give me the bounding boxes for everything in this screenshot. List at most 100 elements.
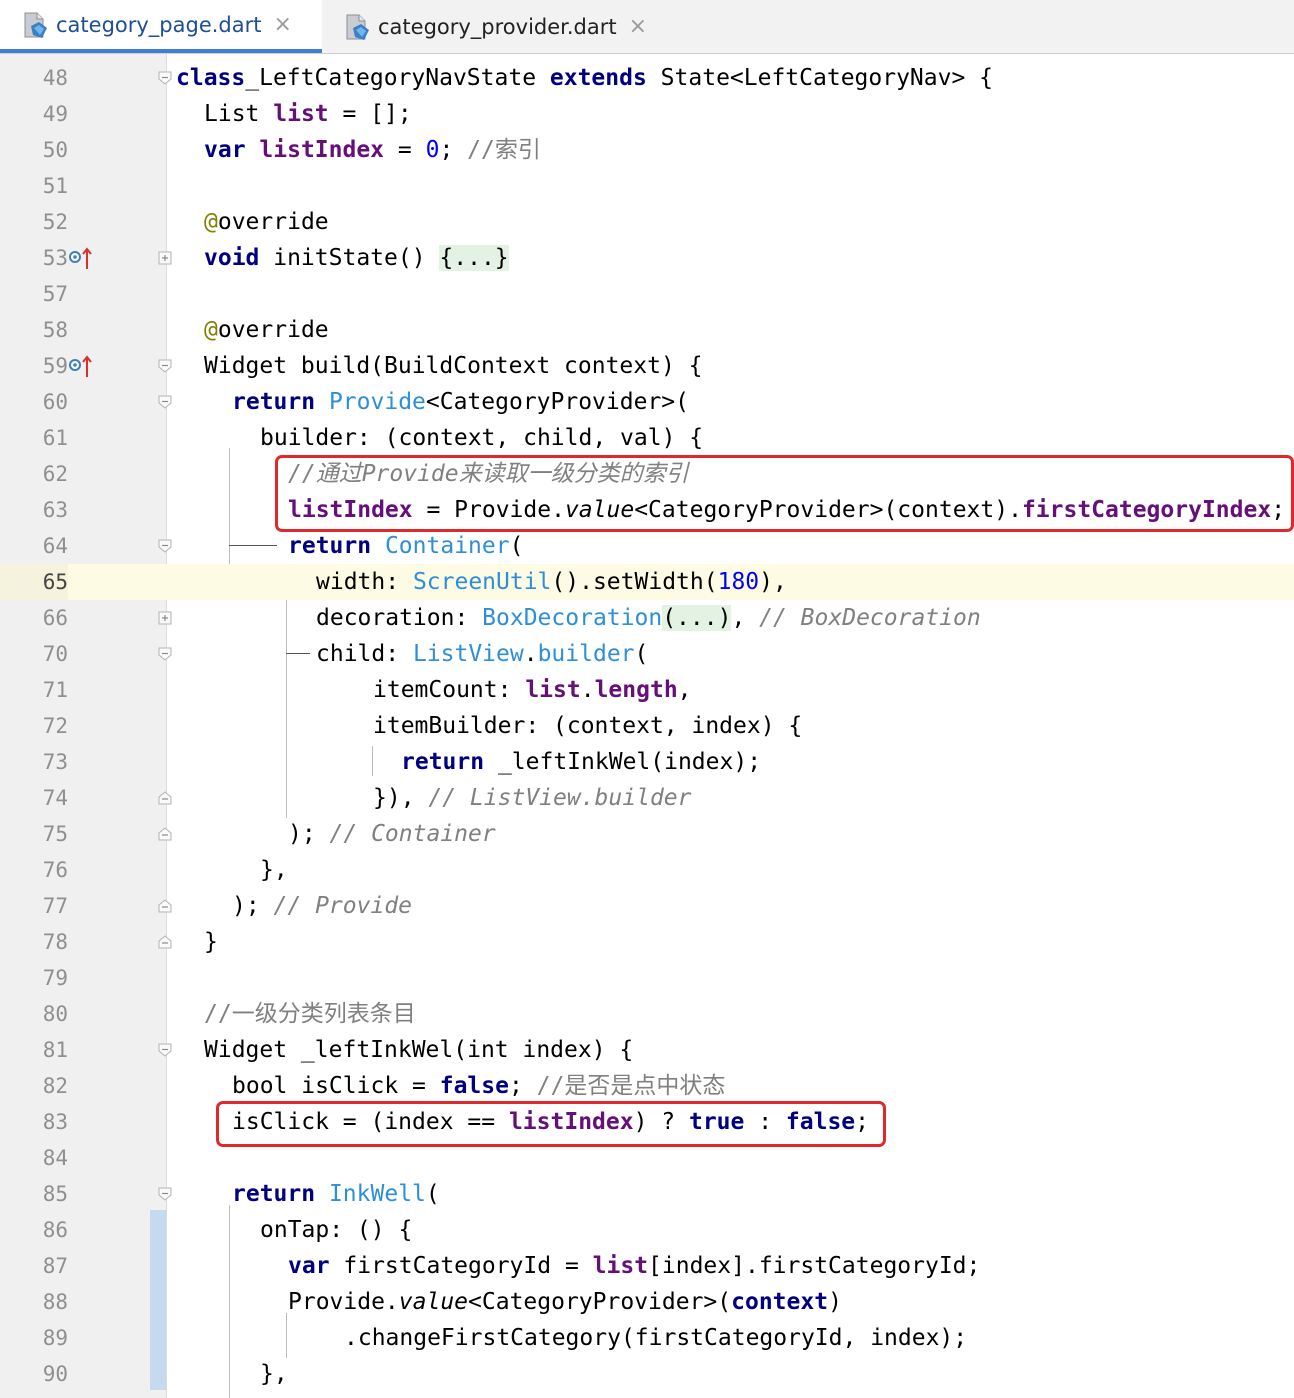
code-line[interactable]: 78} <box>0 924 1294 960</box>
line-number: 50 <box>42 138 68 162</box>
code-line[interactable]: 48 class_LeftCategoryNavState extends Sta… <box>0 60 1294 96</box>
code-token: ScreenUtil <box>412 569 552 595</box>
code-line[interactable]: 83 isClick = (index == listIndex) ? true … <box>0 1104 1294 1140</box>
code-line[interactable]: 52 @override <box>0 204 1294 240</box>
code-line[interactable]: 57 <box>0 276 1294 312</box>
fold-marker-icon[interactable] <box>158 395 172 409</box>
code-token: 180 <box>717 569 760 595</box>
expand-fold-icon[interactable] <box>158 251 172 265</box>
code-line[interactable]: 49 List list = []; <box>0 96 1294 132</box>
code-line[interactable]: 71 itemCount: list.length, <box>0 672 1294 708</box>
line-number: 48 <box>42 66 68 90</box>
line-number: 74 <box>42 786 68 810</box>
code-line[interactable]: 86 onTap: () { <box>0 1212 1294 1248</box>
code-token: builder: (context, child, val) { <box>260 425 704 451</box>
code-token: itemCount: <box>373 677 526 703</box>
fold-marker-icon[interactable] <box>158 359 172 373</box>
code-token: = Provide. <box>412 497 565 523</box>
code-line[interactable]: 70 child: ListView.builder( <box>0 636 1294 672</box>
code-line[interactable]: 66 decoration: BoxDecoration(...), // Box… <box>0 600 1294 636</box>
code-line[interactable]: 79 <box>0 960 1294 996</box>
code-line[interactable]: 64 return Container( <box>0 528 1294 564</box>
fold-marker-icon[interactable] <box>158 539 172 553</box>
code-token: .changeFirstCategory(firstCategoryId, in… <box>344 1325 968 1351</box>
code-line[interactable]: 72 itemBuilder: (context, index) { <box>0 708 1294 744</box>
close-icon[interactable]: × <box>629 14 647 39</box>
line-number: 83 <box>42 1110 68 1134</box>
override-method-icon[interactable] <box>68 353 94 379</box>
code-text: child: ListView.builder( <box>316 636 648 672</box>
line-number: 80 <box>42 1002 68 1026</box>
code-line[interactable]: 60 return Provide<CategoryProvider>( <box>0 384 1294 420</box>
code-line[interactable]: 75); // Container <box>0 816 1294 852</box>
code-token: bool isClick = <box>232 1073 440 1099</box>
code-line[interactable]: 74 }), // ListView.builder <box>0 780 1294 816</box>
code-token: ().setWidth( <box>551 569 718 595</box>
fold-marker-icon[interactable] <box>158 647 172 661</box>
code-token: <CategoryProvider>(context). <box>634 497 1022 523</box>
line-number: 70 <box>42 642 68 666</box>
code-line[interactable]: 62 //通过Provide来读取一级分类的索引 <box>0 456 1294 492</box>
code-token: <CategoryProvider>( <box>425 389 689 415</box>
code-line[interactable]: 50 var listIndex = 0; //索引 <box>0 132 1294 168</box>
code-line[interactable]: 90}, <box>0 1356 1294 1392</box>
code-line[interactable]: 65 width: ScreenUtil().setWidth(180), <box>0 564 1294 600</box>
line-number: 57 <box>42 282 68 306</box>
code-token: false <box>439 1073 509 1099</box>
code-line[interactable]: 82 bool isClick = false; //是否是点中状态 <box>0 1068 1294 1104</box>
code-token: width: <box>316 569 413 595</box>
line-number: 71 <box>42 678 68 702</box>
fold-marker-icon[interactable] <box>158 71 172 85</box>
code-line[interactable]: 59 Widget build(BuildContext context) { <box>0 348 1294 384</box>
code-line[interactable]: 61 builder: (context, child, val) { <box>0 420 1294 456</box>
tab-label: category_provider.dart <box>378 14 617 39</box>
code-token: _LeftCategoryNavState <box>245 65 550 91</box>
tab[interactable]: category_provider.dart × <box>322 0 682 53</box>
expand-fold-icon[interactable] <box>158 611 172 625</box>
code-text: @override <box>204 204 329 240</box>
fold-marker-icon[interactable] <box>158 791 172 805</box>
code-line[interactable]: 53 void initState() {...} <box>0 240 1294 276</box>
fold-marker-icon[interactable] <box>158 1187 172 1201</box>
code-text: //通过Provide来读取一级分类的索引 <box>288 456 689 492</box>
override-method-icon[interactable] <box>68 245 94 271</box>
code-token: override <box>217 317 329 343</box>
tab-active[interactable]: category_page.dart × <box>0 0 322 53</box>
code-token: false <box>785 1109 856 1135</box>
close-icon[interactable]: × <box>274 12 292 37</box>
line-number: 65 <box>0 564 68 600</box>
code-line[interactable]: 84 <box>0 1140 1294 1176</box>
code-text: }), // ListView.builder <box>373 780 692 816</box>
line-number: 64 <box>42 534 68 558</box>
code-token: true <box>688 1109 745 1135</box>
code-line[interactable]: 63 listIndex = Provide.value<CategoryProv… <box>0 492 1294 528</box>
fold-marker-icon[interactable] <box>158 935 172 949</box>
line-number: 53 <box>42 246 68 270</box>
line-number: 79 <box>42 966 68 990</box>
code-editor[interactable]: 48 class_LeftCategoryNavState extends Sta… <box>0 60 1294 1392</box>
code-line[interactable]: 73 return _leftInkWel(index); <box>0 744 1294 780</box>
code-line[interactable]: 58 @override <box>0 312 1294 348</box>
fold-marker-icon[interactable] <box>158 827 172 841</box>
code-line[interactable]: 87 var firstCategoryId = list[index].firs… <box>0 1248 1294 1284</box>
code-line[interactable]: 77); // Provide <box>0 888 1294 924</box>
code-text: var firstCategoryId = list[index].firstC… <box>288 1248 980 1284</box>
code-line[interactable]: 80 //一级分类列表条目 <box>0 996 1294 1032</box>
code-line[interactable]: 89 .changeFirstCategory(firstCategoryId, … <box>0 1320 1294 1356</box>
code-token: Provide. <box>288 1289 399 1315</box>
code-token: firstCategoryId = <box>329 1253 593 1279</box>
code-text: Provide.value<CategoryProvider>(context) <box>288 1284 842 1320</box>
fold-marker-icon[interactable] <box>158 1043 172 1057</box>
fold-marker-icon[interactable] <box>158 899 172 913</box>
code-line[interactable]: 88 Provide.value<CategoryProvider>(contex… <box>0 1284 1294 1320</box>
line-number: 72 <box>42 714 68 738</box>
code-token: @ <box>204 317 218 343</box>
code-line[interactable]: 85 return InkWell( <box>0 1176 1294 1212</box>
code-token: : <box>744 1109 786 1135</box>
code-token: itemBuilder: (context, index) { <box>373 713 803 739</box>
line-number: 52 <box>42 210 68 234</box>
code-text: return _leftInkWel(index); <box>401 744 761 780</box>
code-line[interactable]: 51 <box>0 168 1294 204</box>
code-line[interactable]: 76}, <box>0 852 1294 888</box>
code-line[interactable]: 81 Widget _leftInkWel(int index) { <box>0 1032 1294 1068</box>
